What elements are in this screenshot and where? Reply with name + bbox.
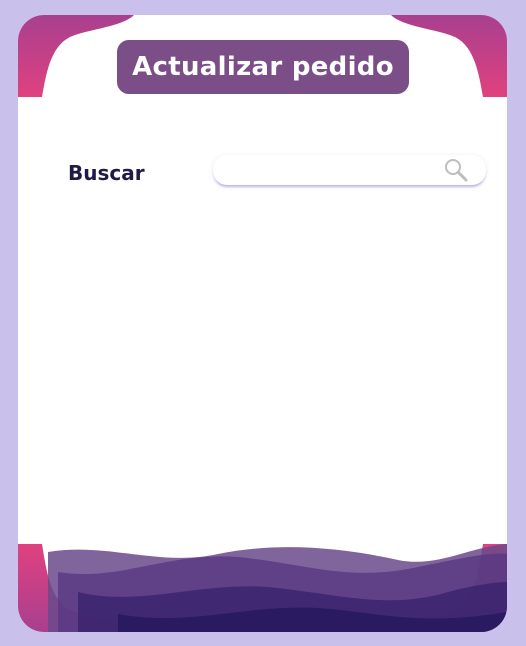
app-card: Actualizar pedido Buscar — [18, 15, 507, 632]
search-icon[interactable] — [443, 157, 469, 183]
wave-decoration — [48, 544, 507, 632]
page-title: Actualizar pedido — [117, 40, 409, 94]
search-label: Buscar — [68, 161, 145, 185]
